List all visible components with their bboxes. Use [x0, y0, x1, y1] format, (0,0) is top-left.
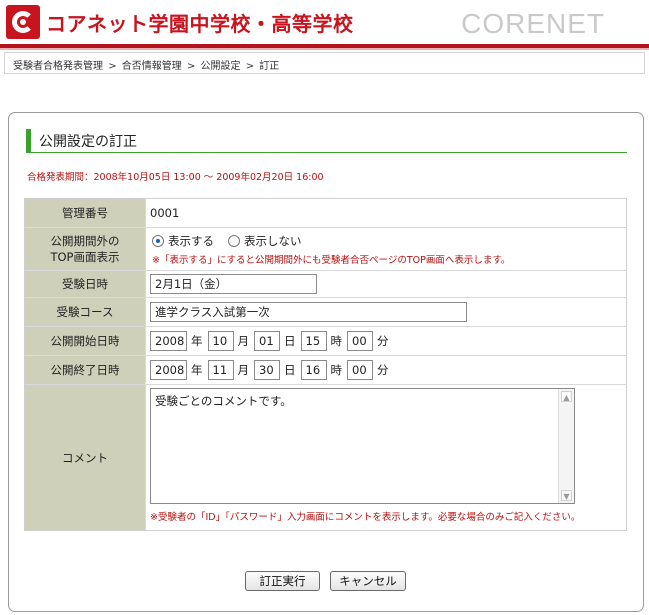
submit-button[interactable]: 訂正実行: [245, 571, 320, 591]
announcement-period: 合格発表期間：2008年10月05日 13:00 ～ 2009年02月20日 1…: [27, 172, 324, 183]
row-exam-course: 受験コース 進学クラス入試第一次: [25, 298, 626, 327]
end-day-input[interactable]: 30: [254, 360, 280, 380]
brand-logo: CORENET: [461, 8, 605, 39]
start-minute-input[interactable]: 00: [347, 331, 373, 351]
label-exam-course: 受験コース: [25, 298, 146, 326]
unit-year: 年: [191, 334, 203, 348]
top-display-note: ※「表示する」にすると公開期間外にも受験者合否ページのTOP画面へ表示します。: [152, 254, 511, 266]
top-display-value: 表示する 表示しない ※「表示する」にすると公開期間外にも受験者合否ページのTO…: [146, 228, 626, 270]
radio-hide[interactable]: [228, 234, 240, 247]
breadcrumb-separator: >: [186, 61, 196, 72]
school-name: コアネット学園中学校・高等学校: [46, 12, 354, 36]
header-divider-light: [0, 48, 649, 50]
row-exam-date: 受験日時 2月1日（金）: [25, 271, 626, 298]
management-no-value: 0001: [146, 199, 626, 227]
unit-day: 日: [284, 334, 296, 348]
start-month-input[interactable]: 10: [207, 331, 234, 351]
radio-show-label[interactable]: 表示する: [168, 233, 214, 249]
row-comment: コメント 受験ごとのコメントです。 ▲ ▼ ※受験者の「ID」「パスワード」入力…: [25, 385, 626, 530]
end-month-input[interactable]: 11: [207, 360, 234, 380]
label-top-display-line2: TOP画面表示: [50, 250, 120, 264]
radio-show[interactable]: [152, 234, 164, 247]
exam-course-input[interactable]: 進学クラス入試第一次: [150, 302, 467, 322]
label-comment: コメント: [25, 385, 146, 530]
row-top-display: 公開期間外の TOP画面表示 表示する 表示しない ※「表示する」にすると公開期…: [25, 228, 626, 271]
breadcrumb-item-pass-info[interactable]: 合否情報管理: [122, 61, 182, 72]
publish-settings-form: 管理番号 0001 公開期間外の TOP画面表示 表示する 表示しない ※「表示…: [24, 198, 627, 531]
site-header: コアネット学園中学校・高等学校 CORENET: [0, 0, 649, 50]
row-publish-end: 公開終了日時 2008 年 11 月 30 日 16 時 00 分: [25, 356, 626, 385]
exam-date-input[interactable]: 2月1日（金）: [150, 274, 317, 294]
unit-month: 月: [237, 334, 250, 348]
cancel-button[interactable]: キャンセル: [330, 571, 406, 591]
page-title: 公開設定の訂正: [26, 129, 627, 153]
breadcrumb-separator: >: [108, 61, 117, 72]
scroll-down-icon[interactable]: ▼: [561, 490, 572, 501]
label-publish-end: 公開終了日時: [25, 356, 146, 384]
end-year-input[interactable]: 2008: [150, 360, 187, 380]
unit-minute: 分: [377, 363, 389, 377]
breadcrumb-item-results-management[interactable]: 受験者合格発表管理: [13, 61, 103, 72]
label-publish-start: 公開開始日時: [25, 327, 146, 355]
unit-hour: 時: [330, 363, 343, 377]
unit-year: 年: [191, 363, 203, 377]
start-year-input[interactable]: 2008: [150, 331, 187, 351]
unit-month: 月: [237, 363, 250, 377]
label-exam-date: 受験日時: [25, 271, 146, 297]
comment-textarea[interactable]: 受験ごとのコメントです。 ▲ ▼: [150, 388, 575, 504]
scroll-up-icon[interactable]: ▲: [561, 391, 572, 402]
breadcrumb-item-current: 訂正: [259, 61, 280, 72]
radio-hide-label[interactable]: 表示しない: [244, 233, 302, 249]
comment-scrollbar[interactable]: ▲ ▼: [558, 389, 574, 503]
main-panel: 公開設定の訂正 合格発表期間：2008年10月05日 13:00 ～ 2009年…: [8, 112, 644, 612]
unit-minute: 分: [377, 334, 389, 348]
breadcrumb-item-publish-settings[interactable]: 公開設定: [201, 61, 241, 72]
label-top-display-line1: 公開期間外の: [50, 234, 120, 248]
end-hour-input[interactable]: 16: [300, 360, 327, 380]
comment-text: 受験ごとのコメントです。: [155, 394, 292, 408]
breadcrumb-separator: >: [245, 61, 255, 72]
breadcrumb: 受験者合格発表管理 > 合否情報管理 > 公開設定 > 訂正: [4, 52, 645, 74]
end-minute-input[interactable]: 00: [347, 360, 373, 380]
unit-hour: 時: [330, 334, 343, 348]
label-top-display: 公開期間外の TOP画面表示: [25, 228, 146, 270]
comment-note: ※受験者の「ID」「パスワード」入力画面にコメントを表示します。必要な場合のみご…: [150, 512, 581, 523]
start-day-input[interactable]: 01: [254, 331, 280, 351]
unit-day: 日: [284, 363, 296, 377]
start-hour-input[interactable]: 15: [300, 331, 327, 351]
row-management-no: 管理番号 0001: [25, 199, 626, 228]
label-management-no: 管理番号: [25, 199, 146, 227]
row-publish-start: 公開開始日時 2008 年 10 月 01 日 15 時 00 分: [25, 327, 626, 356]
school-logo-icon: [6, 5, 40, 39]
